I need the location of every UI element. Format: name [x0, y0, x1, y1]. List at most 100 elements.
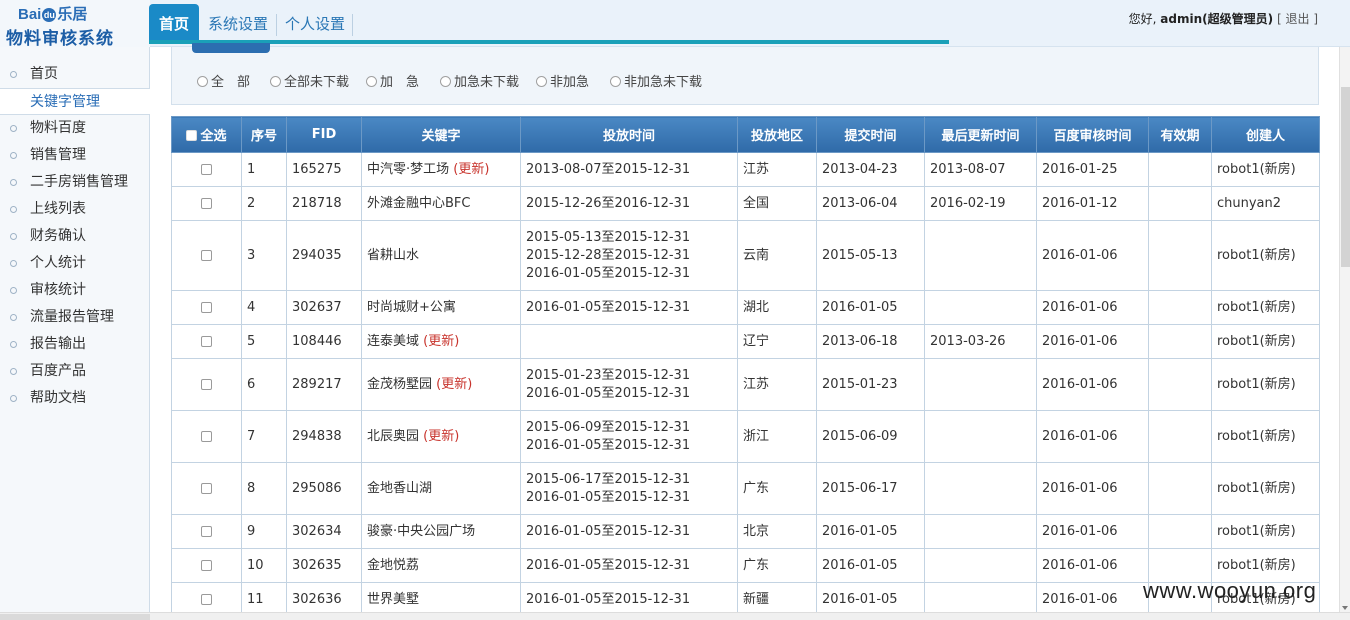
sidebar-item[interactable]: 关键字管理 — [0, 88, 150, 115]
row-checkbox[interactable] — [201, 301, 212, 313]
logout-link[interactable]: 退出 — [1285, 12, 1309, 26]
bullet-icon — [10, 179, 17, 186]
filter-radio[interactable]: 全 部 — [197, 71, 250, 90]
row-select-cell[interactable] — [171, 220, 242, 291]
sidebar-item[interactable]: 个人统计 — [0, 250, 149, 277]
row-checkbox[interactable] — [201, 559, 212, 571]
sidebar-item[interactable]: 首页 — [0, 61, 149, 88]
radio-circle[interactable] — [270, 76, 281, 87]
row-checkbox[interactable] — [201, 163, 212, 175]
row-checkbox[interactable] — [201, 525, 212, 537]
row-select-cell[interactable] — [171, 514, 242, 549]
cell-keyword[interactable]: 外滩金融中心BFC — [361, 186, 521, 221]
row-select-cell[interactable] — [171, 186, 242, 221]
cell-keyword[interactable]: 时尚城财+公寓 — [361, 290, 521, 325]
bullet-icon — [10, 152, 17, 159]
table-row: 7 294838 北辰奥园 (更新) 2015-06-09至2015-12-31 201… — [171, 410, 1320, 463]
col-header-no: 序号 — [241, 116, 287, 153]
row-checkbox[interactable] — [201, 482, 212, 494]
sidebar-item[interactable]: 帮助文档 — [0, 385, 149, 412]
cell-keyword[interactable]: 金地悦荔 — [361, 548, 521, 583]
cell-keyword[interactable]: 省耕山水 — [361, 220, 521, 291]
cell-validity — [1148, 290, 1212, 325]
col-header-keyword: 关键字 — [361, 116, 521, 153]
scrollbar-thumb[interactable] — [1341, 87, 1350, 267]
brand-logo[interactable]: Bai du 乐居 物料审核系统 — [0, 0, 150, 49]
cell-submit-time: 2015-06-09 — [816, 410, 925, 463]
cell-keyword[interactable]: 连泰美域 (更新) — [361, 324, 521, 359]
tab-system-settings[interactable]: 系统设置 — [208, 4, 268, 44]
filter-radio[interactable]: 加 急 — [366, 71, 419, 90]
logo-wordmark: Bai du 乐居 — [18, 6, 88, 23]
scrollbar-thumb[interactable] — [0, 614, 150, 620]
radio-circle[interactable] — [536, 76, 547, 87]
radio-circle[interactable] — [440, 76, 451, 87]
tab-personal-settings[interactable]: 个人设置 — [285, 4, 345, 44]
radio-circle[interactable] — [366, 76, 377, 87]
cell-audit-time: 2016-01-06 — [1036, 514, 1149, 549]
table-row: 6 289217 金茂杨墅园 (更新) 2015-01-23至2015-12-31 20… — [171, 358, 1320, 411]
filter-submit-button[interactable] — [192, 43, 270, 53]
cell-no: 5 — [241, 324, 287, 359]
scroll-down-arrow-icon[interactable] — [1342, 606, 1348, 610]
row-checkbox[interactable] — [201, 378, 212, 390]
sidebar-item-label: 百度产品 — [30, 363, 86, 379]
cell-placement-time — [520, 324, 738, 359]
placement-range: 2015-12-28至2015-12-31 — [526, 247, 691, 263]
cell-placement-time: 2016-01-05至2015-12-31 — [520, 514, 738, 549]
select-all-checkbox[interactable] — [186, 130, 198, 141]
row-checkbox[interactable] — [201, 430, 212, 442]
sidebar-item[interactable]: 上线列表 — [0, 196, 149, 223]
sidebar-item[interactable]: 物料百度 — [0, 115, 149, 142]
cell-last-update — [924, 514, 1037, 549]
row-checkbox[interactable] — [201, 335, 212, 347]
col-header-region: 投放地区 — [737, 116, 817, 153]
cell-submit-time: 2015-05-13 — [816, 220, 925, 291]
filter-radio[interactable]: 非加急未下载 — [610, 71, 702, 90]
placement-range: 2016-01-05至2015-12-31 — [526, 557, 691, 573]
sidebar-item[interactable]: 流量报告管理 — [0, 304, 149, 331]
cell-no: 8 — [241, 462, 287, 515]
sidebar-item[interactable]: 报告输出 — [0, 331, 149, 358]
filter-radio[interactable]: 全部未下载 — [270, 71, 349, 90]
sidebar-item[interactable]: 二手房销售管理 — [0, 169, 149, 196]
sidebar-item[interactable]: 审核统计 — [0, 277, 149, 304]
cell-audit-time: 2016-01-06 — [1036, 548, 1149, 583]
cell-validity — [1148, 462, 1212, 515]
system-name: 物料审核系统 — [6, 29, 114, 49]
vertical-scrollbar[interactable] — [1339, 47, 1350, 612]
cell-placement-time: 2015-01-23至2015-12-31 2016-01-05至2015-12-… — [520, 358, 738, 411]
row-select-cell[interactable] — [171, 548, 242, 583]
row-checkbox[interactable] — [201, 249, 212, 261]
cell-keyword[interactable]: 金地香山湖 — [361, 462, 521, 515]
horizontal-scrollbar[interactable] — [0, 612, 1350, 620]
radio-circle[interactable] — [610, 76, 621, 87]
cell-fid: 289217 — [286, 358, 362, 411]
sidebar-item-label: 个人统计 — [30, 255, 86, 271]
row-select-cell[interactable] — [171, 410, 242, 463]
cell-keyword[interactable]: 骏豪·中央公园广场 — [361, 514, 521, 549]
radio-circle[interactable] — [197, 76, 208, 87]
row-select-cell[interactable] — [171, 462, 242, 515]
row-select-cell[interactable] — [171, 152, 242, 187]
sidebar-item[interactable]: 百度产品 — [0, 358, 149, 385]
row-select-cell[interactable] — [171, 358, 242, 411]
tab-home[interactable]: 首页 — [149, 4, 200, 44]
keyword-table: 全选 序号 FID 关键字 投放时间 投放地区 提交时间 最后更新时间 百度审核… — [171, 116, 1320, 617]
row-select-cell[interactable] — [171, 290, 242, 325]
sidebar-item[interactable]: 财务确认 — [0, 223, 149, 250]
placement-range: 2015-06-09至2015-12-31 — [526, 419, 691, 435]
bullet-icon — [10, 260, 17, 267]
cell-keyword[interactable]: 中汽零·梦工场 (更新) — [361, 152, 521, 187]
bullet-icon — [10, 233, 17, 240]
row-checkbox[interactable] — [201, 197, 212, 209]
cell-keyword[interactable]: 金茂杨墅园 (更新) — [361, 358, 521, 411]
filter-radio[interactable]: 加急未下载 — [440, 71, 519, 90]
row-select-cell[interactable] — [171, 324, 242, 359]
col-header-validity: 有效期 — [1148, 116, 1212, 153]
row-checkbox[interactable] — [201, 593, 212, 605]
select-all-header[interactable]: 全选 — [171, 116, 242, 153]
filter-radio[interactable]: 非加急 — [536, 71, 589, 90]
sidebar-item[interactable]: 销售管理 — [0, 142, 149, 169]
cell-keyword[interactable]: 北辰奥园 (更新) — [361, 410, 521, 463]
